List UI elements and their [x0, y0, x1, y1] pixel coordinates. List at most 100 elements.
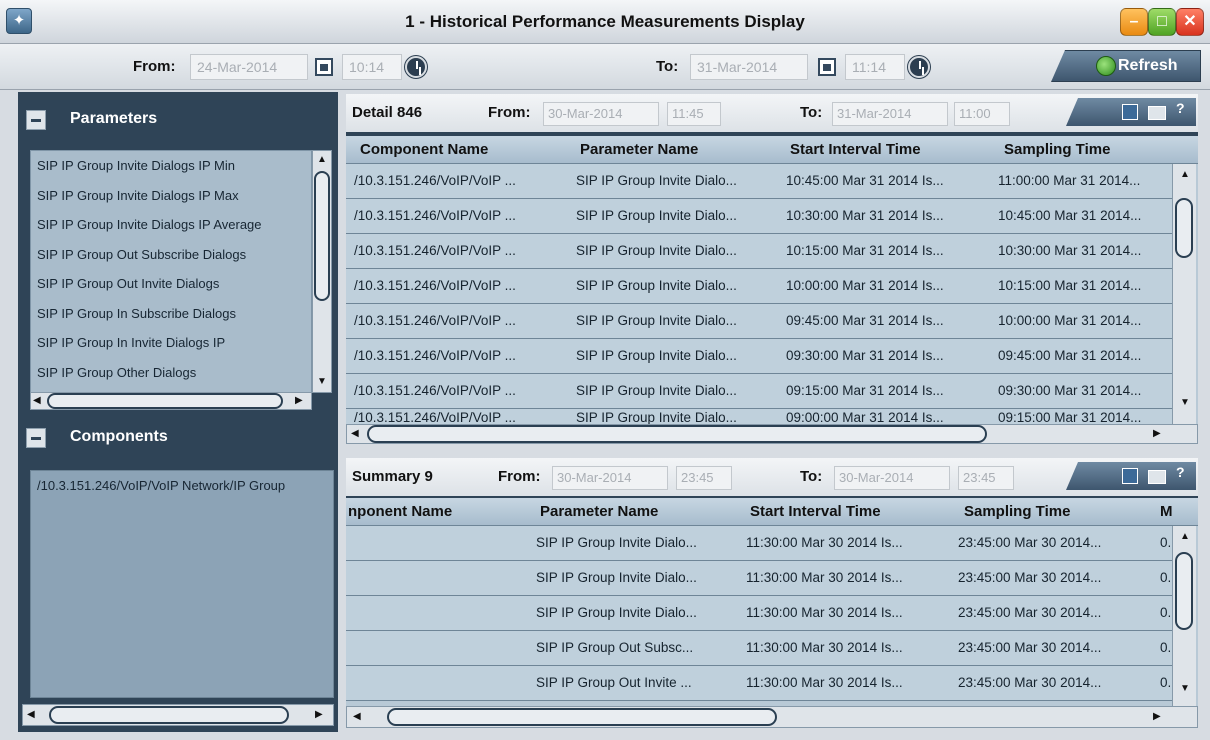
- table-row[interactable]: SIP IP Group Invite Dialo... 11:30:00 Ma…: [346, 561, 1174, 596]
- scroll-right-icon[interactable]: ▶: [295, 394, 303, 408]
- scroll-left-icon[interactable]: ◀: [33, 394, 41, 408]
- scroll-up-icon[interactable]: ▲: [1180, 530, 1190, 544]
- scroll-up-icon[interactable]: ▲: [317, 153, 327, 167]
- list-item[interactable]: /10.3.151.246/VoIP/VoIP Network/IP Group: [31, 471, 333, 501]
- list-item[interactable]: SIP IP Group In Subscribe Dialogs: [31, 299, 311, 329]
- table-row[interactable]: SIP IP Group Out Subsc... 11:30:00 Mar 3…: [346, 631, 1174, 666]
- scroll-left-icon[interactable]: ◀: [351, 427, 359, 441]
- components-collapse-icon[interactable]: [26, 428, 46, 448]
- list-item[interactable]: SIP IP Group Out Invite Dialogs: [31, 269, 311, 299]
- print-icon[interactable]: [1148, 470, 1166, 484]
- scroll-up-icon[interactable]: ▲: [1180, 168, 1190, 182]
- scroll-left-icon[interactable]: ◀: [27, 708, 35, 722]
- list-item[interactable]: SIP IP Group Invite Dialogs IP Min: [31, 151, 311, 181]
- column-header[interactable]: Component Name: [352, 136, 566, 164]
- table-row[interactable]: SIP IP Group Invite Dialo... 11:30:00 Ma…: [346, 596, 1174, 631]
- to-clock-icon[interactable]: [908, 56, 930, 78]
- table-cell: [346, 561, 528, 595]
- scroll-thumb[interactable]: [1175, 552, 1193, 630]
- summary-to-date-field[interactable]: 30-Mar-2014: [834, 466, 950, 490]
- close-button[interactable]: ✕: [1176, 8, 1204, 36]
- column-header[interactable]: nponent Name: [346, 498, 532, 526]
- detail-from-date-field[interactable]: 30-Mar-2014: [543, 102, 659, 126]
- list-item[interactable]: SIP IP Group Out Subscribe Dialogs: [31, 240, 311, 270]
- column-header[interactable]: Sampling Time: [956, 498, 1156, 526]
- table-cell: 10:00:00 Mar 31 2014...: [998, 313, 1142, 328]
- scroll-thumb[interactable]: [1175, 198, 1193, 258]
- summary-to-time-field[interactable]: 23:45: [958, 466, 1014, 490]
- table-cell: 10:30:00 Mar 31 2014...: [998, 243, 1142, 258]
- to-time-field[interactable]: 11:14: [845, 54, 905, 80]
- table-cell: SIP IP Group Invite Dialo...: [576, 313, 737, 328]
- column-header[interactable]: Start Interval Time: [782, 136, 996, 164]
- summary-from-date-field[interactable]: 30-Mar-2014: [552, 466, 668, 490]
- scroll-left-icon[interactable]: ◀: [353, 710, 361, 724]
- summary-vertical-scrollbar[interactable]: ▲ ▼: [1172, 526, 1196, 708]
- refresh-button[interactable]: Refresh: [1051, 50, 1201, 82]
- detail-from-time-field[interactable]: 11:45: [667, 102, 721, 126]
- table-row[interactable]: SIP IP Group Invite Dialo... 11:30:00 Ma…: [346, 526, 1174, 561]
- scroll-down-icon[interactable]: ▼: [317, 375, 327, 389]
- app-icon[interactable]: ✦: [6, 8, 32, 34]
- scroll-right-icon[interactable]: ▶: [1153, 427, 1161, 441]
- maximize-icon: □: [1157, 13, 1167, 30]
- components-list[interactable]: /10.3.151.246/VoIP/VoIP Network/IP Group: [30, 470, 334, 698]
- scroll-thumb[interactable]: [314, 171, 330, 301]
- from-date-field[interactable]: 24-Mar-2014: [190, 54, 308, 80]
- table-cell: 09:45:00 Mar 31 2014 Is...: [786, 313, 944, 328]
- help-icon[interactable]: ?: [1176, 464, 1185, 480]
- parameters-vertical-scrollbar[interactable]: ▲ ▼: [312, 150, 332, 393]
- scroll-thumb[interactable]: [387, 708, 777, 726]
- from-time-field[interactable]: 10:14: [342, 54, 402, 80]
- table-row[interactable]: /10.3.151.246/VoIP/VoIP ... SIP IP Group…: [346, 164, 1172, 199]
- detail-vertical-scrollbar[interactable]: ▲ ▼: [1172, 164, 1196, 426]
- table-row[interactable]: /10.3.151.246/VoIP/VoIP ... SIP IP Group…: [346, 339, 1172, 374]
- window-title: 1 - Historical Performance Measurements …: [405, 12, 805, 31]
- table-row[interactable]: /10.3.151.246/VoIP/VoIP ... SIP IP Group…: [346, 234, 1172, 269]
- table-cell: SIP IP Group Invite Dialo...: [576, 243, 737, 258]
- components-horizontal-scrollbar[interactable]: ◀ ▶: [22, 704, 334, 726]
- scroll-thumb[interactable]: [367, 425, 987, 443]
- summary-header: [346, 458, 1198, 496]
- scroll-right-icon[interactable]: ▶: [315, 708, 323, 722]
- list-item[interactable]: SIP IP Group Invite Dialogs IP Average: [31, 210, 311, 240]
- scroll-thumb[interactable]: [49, 706, 289, 724]
- detail-to-time-field[interactable]: 11:00: [954, 102, 1010, 126]
- table-cell: /10.3.151.246/VoIP/VoIP ...: [354, 208, 516, 223]
- from-label: From:: [133, 58, 176, 75]
- save-icon[interactable]: [1122, 104, 1138, 120]
- parameters-horizontal-scrollbar[interactable]: ◀ ▶: [30, 392, 312, 410]
- scroll-right-icon[interactable]: ▶: [1153, 710, 1161, 724]
- maximize-button[interactable]: □: [1148, 8, 1176, 36]
- list-item[interactable]: SIP IP Group Other Dialogs: [31, 358, 311, 388]
- column-header[interactable]: Start Interval Time: [742, 498, 954, 526]
- table-row[interactable]: /10.3.151.246/VoIP/VoIP ... SIP IP Group…: [346, 199, 1172, 234]
- table-cell: /10.3.151.246/VoIP/VoIP ...: [354, 313, 516, 328]
- summary-horizontal-scrollbar[interactable]: ◀ ▶: [346, 706, 1198, 728]
- list-item[interactable]: SIP IP Group Invite Dialogs IP Max: [31, 181, 311, 211]
- scroll-down-icon[interactable]: ▼: [1180, 396, 1190, 410]
- detail-horizontal-scrollbar[interactable]: ◀ ▶: [346, 424, 1198, 444]
- to-date-field[interactable]: 31-Mar-2014: [690, 54, 808, 80]
- table-row[interactable]: /10.3.151.246/VoIP/VoIP ... SIP IP Group…: [346, 304, 1172, 339]
- from-clock-icon[interactable]: [405, 56, 427, 78]
- parameters-collapse-icon[interactable]: [26, 110, 46, 130]
- help-icon[interactable]: ?: [1176, 100, 1185, 116]
- table-row[interactable]: /10.3.151.246/VoIP/VoIP ... SIP IP Group…: [346, 269, 1172, 304]
- column-header[interactable]: M: [1156, 498, 1176, 526]
- parameters-list[interactable]: SIP IP Group Invite Dialogs IP Min SIP I…: [30, 150, 312, 393]
- summary-from-time-field[interactable]: 23:45: [676, 466, 732, 490]
- to-calendar-icon[interactable]: [818, 58, 836, 76]
- table-row[interactable]: SIP IP Group Out Invite ... 11:30:00 Mar…: [346, 666, 1174, 701]
- from-calendar-icon[interactable]: [315, 58, 333, 76]
- save-icon[interactable]: [1122, 468, 1138, 484]
- list-item[interactable]: SIP IP Group In Invite Dialogs IP: [31, 328, 311, 358]
- minimize-button[interactable]: –: [1120, 8, 1148, 36]
- scroll-down-icon[interactable]: ▼: [1180, 682, 1190, 696]
- column-header[interactable]: Parameter Name: [572, 136, 782, 164]
- scroll-thumb[interactable]: [47, 393, 283, 409]
- column-header[interactable]: Sampling Time: [996, 136, 1176, 164]
- detail-to-date-field[interactable]: 31-Mar-2014: [832, 102, 948, 126]
- column-header[interactable]: Parameter Name: [532, 498, 738, 526]
- print-icon[interactable]: [1148, 106, 1166, 120]
